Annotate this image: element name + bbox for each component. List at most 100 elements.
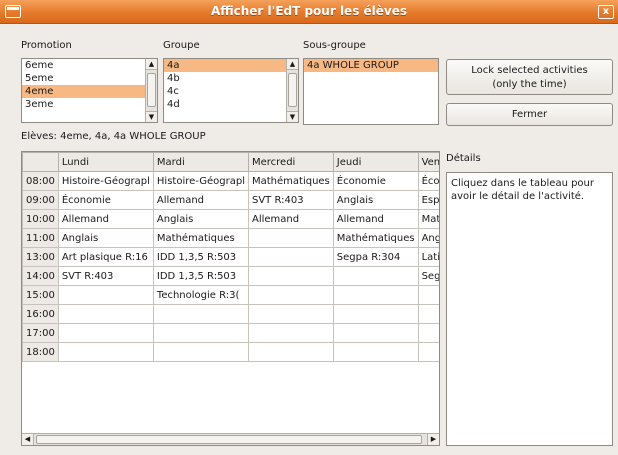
groupe-label: Groupe [163, 40, 200, 51]
scroll-thumb[interactable] [147, 73, 156, 107]
timetable-cell[interactable] [417, 285, 439, 305]
timetable-window: Afficher l'EdT pour les élèves x Promoti… [0, 0, 618, 455]
timetable-cell[interactable]: SVT R:403 [247, 190, 334, 210]
timetable-cell[interactable]: Art plasique R:16 [57, 247, 154, 267]
timetable-cell[interactable]: Anglais [417, 228, 439, 248]
timetable-cell[interactable]: Allemand [332, 209, 419, 229]
day-header: Mardi [152, 152, 249, 172]
timetable-cell[interactable]: Anglais [332, 190, 419, 210]
timetable-cell[interactable] [57, 285, 154, 305]
timetable-cell[interactable] [332, 285, 419, 305]
timetable-cell[interactable]: Anglais [152, 209, 249, 229]
table-row: 14:00SVT R:403IDD 1,3,5 R:503 Segpa [22, 266, 439, 286]
scroll-down-icon[interactable]: ▼ [146, 111, 157, 122]
timetable-cell[interactable] [417, 342, 439, 362]
timetable-cell[interactable]: Latin R [417, 247, 439, 267]
day-header: Jeudi [332, 152, 419, 172]
groupe-item[interactable]: 4b [164, 72, 298, 85]
timetable-cell[interactable] [247, 342, 334, 362]
scroll-down-icon[interactable]: ▼ [287, 111, 298, 122]
timetable-cell[interactable] [247, 266, 334, 286]
close-window-icon[interactable]: x [598, 5, 614, 19]
groupe-list[interactable]: 4a 4b 4c 4d ▲ ▼ [163, 58, 299, 123]
timetable-cell[interactable] [417, 323, 439, 343]
timetable-cell[interactable]: Technologie R:3( [152, 285, 249, 305]
timetable-cell[interactable]: Histoire-Géograpl [152, 171, 249, 191]
timetable-cell[interactable]: Mathématiques [332, 228, 419, 248]
scroll-left-icon[interactable]: ◀ [22, 434, 34, 445]
timetable-cell[interactable] [57, 304, 154, 324]
promotion-item[interactable]: 6eme [22, 59, 157, 72]
timetable-cell[interactable] [57, 342, 154, 362]
window-title: Afficher l'EdT pour les élèves [210, 4, 408, 18]
timetable-cell[interactable] [332, 304, 419, 324]
timetable-cell[interactable] [247, 285, 334, 305]
timetable-cell[interactable] [332, 323, 419, 343]
table-row: 10:00AllemandAnglaisAllemandAllemandMath… [22, 209, 439, 229]
timetable-cell[interactable]: SVT R:403 [57, 266, 154, 286]
timetable-cell[interactable] [247, 247, 334, 267]
table-row: 13:00 Art plasique R:16 IDD 1,3,5 R:503 Seg… [22, 247, 439, 267]
time-label: 11:00 [22, 228, 59, 248]
time-label: 18:00 [22, 342, 59, 362]
timetable-cell[interactable]: Espagn [417, 190, 439, 210]
sousgroupe-item[interactable]: 4a WHOLE GROUP [304, 59, 438, 72]
time-label: 15:00 [22, 285, 59, 305]
timetable-cell[interactable] [152, 342, 249, 362]
eleves-summary: Elèves: 4eme, 4a, 4a WHOLE GROUP [21, 131, 206, 142]
groupe-item[interactable]: 4c [164, 85, 298, 98]
timetable-cell[interactable]: Allemand [247, 209, 334, 229]
timetable-cell[interactable]: IDD 1,3,5 R:503 [152, 266, 249, 286]
timetable-cell[interactable] [417, 304, 439, 324]
lock-activities-button[interactable]: Lock selected activities (only the time) [446, 59, 613, 95]
timetable-grid[interactable]: LundiMardiMercrediJeudiVendre 08:00Histo… [21, 151, 440, 446]
timetable-cell[interactable]: IDD 1,3,5 R:503 [152, 247, 249, 267]
promotion-item[interactable]: 5eme [22, 72, 157, 85]
groupe-item[interactable]: 4a [164, 59, 298, 72]
groupe-item[interactable]: 4d [164, 98, 298, 111]
timetable-cell[interactable] [152, 304, 249, 324]
table-row: 11:00 Anglais Mathématiques Mathématiques An… [22, 228, 439, 248]
timetable-cell[interactable]: Écono [417, 171, 439, 191]
timetable-cell[interactable]: Histoire-Géograpl [57, 171, 154, 191]
time-label: 08:00 [22, 171, 59, 191]
timetable-cell[interactable]: Mathématiques [152, 228, 249, 248]
day-header: Lundi [57, 152, 154, 172]
details-text: Cliquez dans le tableau pour avoir le dé… [451, 178, 595, 202]
promotion-label: Promotion [21, 40, 72, 51]
timetable-table[interactable]: LundiMardiMercrediJeudiVendre 08:00Histo… [22, 152, 439, 362]
timetable-cell[interactable] [332, 342, 419, 362]
promotion-scrollbar[interactable]: ▲ ▼ [145, 59, 157, 122]
scroll-right-icon[interactable]: ▶ [427, 434, 439, 445]
timetable-cell[interactable]: Mathématiques [247, 171, 334, 191]
groupe-scrollbar[interactable]: ▲ ▼ [286, 59, 298, 122]
timetable-cell[interactable]: Mathém [417, 209, 439, 229]
timetable-cell[interactable] [332, 266, 419, 286]
scroll-up-icon[interactable]: ▲ [146, 59, 157, 70]
timetable-cell[interactable]: Économie [57, 190, 154, 210]
timetable-cell[interactable] [152, 323, 249, 343]
timetable-cell[interactable] [247, 228, 334, 248]
title-bar[interactable]: Afficher l'EdT pour les élèves x [0, 0, 618, 24]
promotion-item[interactable]: 3eme [22, 98, 157, 111]
timetable-cell[interactable]: Allemand [57, 209, 154, 229]
promotion-item[interactable]: 4eme [22, 85, 157, 98]
scroll-up-icon[interactable]: ▲ [287, 59, 298, 70]
timetable-cell[interactable] [247, 304, 334, 324]
timetable-cell[interactable] [57, 323, 154, 343]
hscroll-thumb[interactable] [36, 435, 422, 444]
table-row: 17:00 [22, 323, 439, 343]
scroll-thumb[interactable] [288, 73, 297, 107]
promotion-list[interactable]: 6eme 5eme 4eme 3eme ▲ ▼ [21, 58, 158, 123]
sousgroupe-list[interactable]: 4a WHOLE GROUP [303, 58, 439, 125]
table-row: 08:00 Histoire-Géograpl Histoire-Géograpl M… [22, 171, 439, 191]
timetable-cell[interactable]: Économie [332, 171, 419, 191]
timetable-cell[interactable]: Segpa [417, 266, 439, 286]
timetable-cell[interactable] [247, 323, 334, 343]
time-label: 13:00 [22, 247, 59, 267]
timetable-cell[interactable]: Allemand [152, 190, 249, 210]
close-button[interactable]: Fermer [446, 103, 613, 126]
timetable-cell[interactable]: Segpa R:304 [332, 247, 419, 267]
timetable-cell[interactable]: Anglais [57, 228, 154, 248]
timetable-hscrollbar[interactable]: ◀ ▶ [22, 433, 439, 445]
